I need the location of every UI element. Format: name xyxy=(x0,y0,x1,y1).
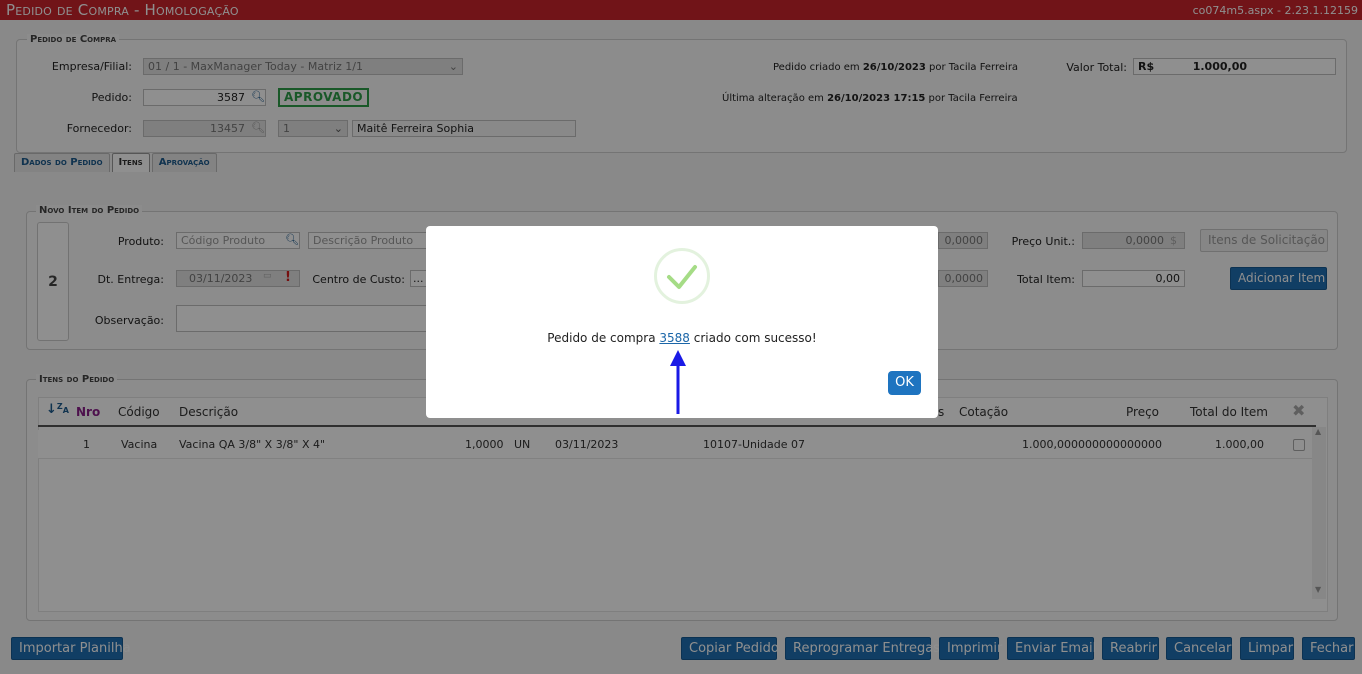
ok-button[interactable]: OK xyxy=(888,371,921,395)
message-suffix: criado com sucesso! xyxy=(693,331,817,345)
message-prefix: Pedido de compra xyxy=(547,331,656,345)
success-check-icon xyxy=(654,248,710,304)
success-message: Pedido de compra 3588 criado com sucesso… xyxy=(426,331,938,345)
order-number-link[interactable]: 3588 xyxy=(659,331,690,345)
annotation-arrow-icon xyxy=(670,350,686,414)
